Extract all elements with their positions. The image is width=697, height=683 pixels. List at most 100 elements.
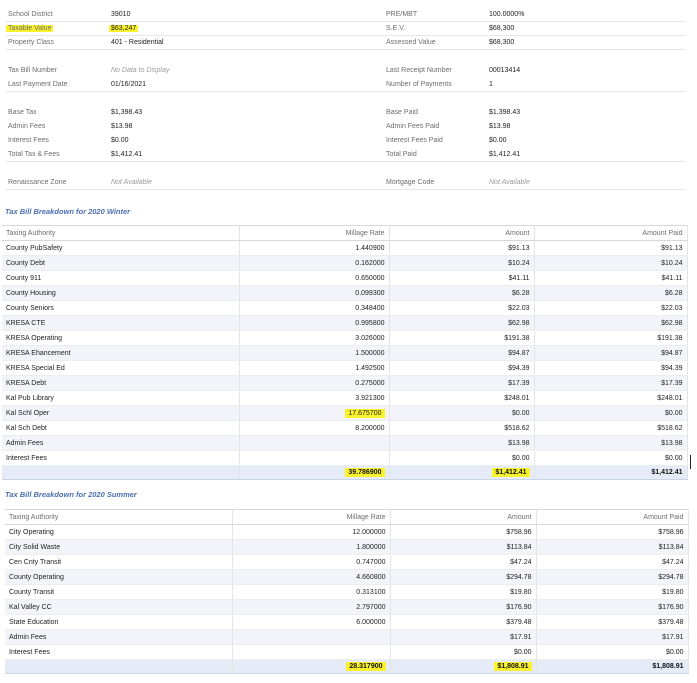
label-base-paid: Base Paid <box>386 109 418 116</box>
total-amount-cell: $1,808.91 <box>390 659 537 674</box>
taxing-authority-cell: Cen Cnty Transit <box>5 554 233 570</box>
amount-paid-cell: $91.13 <box>534 240 688 256</box>
millage-rate-cell-text: 0.275000 <box>355 379 385 387</box>
winter-rows: County PubSafety 1.440900 $91.13 $91.13 Coun… <box>2 240 688 480</box>
taxing-authority-cell-text: County Operating <box>9 573 64 581</box>
amount-cell-text: $176.90 <box>506 603 532 611</box>
amount-paid-cell-text: $22.03 <box>661 304 683 312</box>
millage-rate-cell: 8.200000 <box>239 420 390 436</box>
millage-rate-cell-text: 0.099300 <box>355 289 385 297</box>
value-total-paid: $1,412.41 <box>489 151 521 158</box>
total-millage-cell-text: 39.786900 <box>345 468 385 477</box>
amount-cell: $176.90 <box>390 599 537 615</box>
millage-rate-cell: 3.921300 <box>239 390 390 406</box>
label-pre-mbt: PRE/MBT <box>386 11 418 18</box>
label-sev: S.E.V. <box>386 25 406 32</box>
value-interest-fees: $0.00 <box>111 137 129 144</box>
summer-tax-table: Taxing Authority Millage Rate Amount Amo… <box>5 509 689 674</box>
amount-cell: $94.87 <box>389 345 535 361</box>
taxing-authority-cell-text: City Operating <box>9 528 54 536</box>
millage-rate-cell: 1.440900 <box>239 240 390 256</box>
label-renaissance-zone: Renaissance Zone <box>8 179 67 186</box>
amount-paid-cell: $94.87 <box>534 345 688 361</box>
amount-paid-cell-text: $10.24 <box>661 259 683 267</box>
property-info-panel: School District 39010 Taxable Value $63,… <box>0 0 697 200</box>
millage-rate-cell-text: 4.660800 <box>356 573 386 581</box>
millage-rate-cell: 2.797000 <box>232 599 391 615</box>
amount-cell: $294.78 <box>390 569 537 585</box>
taxing-authority-cell: Admin Fees <box>2 435 240 451</box>
winter-breakdown-title: Tax Bill Breakdown for 2020 Winter <box>5 207 131 216</box>
taxing-authority-cell-text: KRESA Debt <box>6 379 47 387</box>
amount-paid-cell: $17.91 <box>536 629 689 645</box>
table-row: County Operating 4.660800 $294.78 $294.78 <box>5 569 689 585</box>
millage-rate-cell: 0.162000 <box>239 255 390 271</box>
row-divider <box>6 189 686 190</box>
table-row: KRESA Ehancement 1.500000 $94.87 $94.87 <box>2 345 688 361</box>
row-divider <box>6 91 686 92</box>
total-paid-cell: $1,808.91 <box>536 659 689 674</box>
label-total-paid: Total Paid <box>386 151 417 158</box>
taxing-authority-cell: County Operating <box>5 569 233 585</box>
taxing-authority-cell: City Solid Waste <box>5 539 233 555</box>
taxing-authority-cell-text: State Education <box>9 618 59 626</box>
value-mortgage-code: Not Available <box>489 179 530 186</box>
millage-rate-cell: 4.660800 <box>232 569 391 585</box>
total-amount-cell-text: $1,808.91 <box>494 662 532 671</box>
table-row: Cen Cnty Transit 0.747000 $47.24 $47.24 <box>5 554 689 570</box>
amount-cell: $19.80 <box>390 584 537 600</box>
millage-rate-cell <box>239 450 390 466</box>
value-admin-fees: $13.98 <box>111 123 133 130</box>
value-taxable-value: $63,247 <box>109 25 139 32</box>
value-last-payment-date: 01/16/2021 <box>111 81 147 88</box>
amount-cell-text: $17.91 <box>510 633 532 641</box>
label-school-district: School District <box>8 11 53 18</box>
winter-tax-table: Taxing Authority Millage Rate Amount Amo… <box>2 225 688 480</box>
millage-rate-cell-text: 0.162000 <box>355 259 385 267</box>
millage-rate-cell <box>232 644 391 660</box>
amount-paid-cell-text: $0.00 <box>665 648 684 656</box>
amount-cell: $379.48 <box>390 614 537 630</box>
taxing-authority-cell-text: KRESA Ehancement <box>6 349 71 357</box>
table-row: County Transit 0.313100 $19.80 $19.80 <box>5 584 689 600</box>
amount-cell: $91.13 <box>389 240 535 256</box>
amount-cell-text: $41.11 <box>508 274 530 282</box>
amount-paid-cell-text: $176.90 <box>658 603 684 611</box>
table-row: Interest Fees $0.00 $0.00 <box>5 644 689 660</box>
amount-cell-text: $19.80 <box>510 588 532 596</box>
millage-rate-cell: 17.675700 <box>239 405 390 421</box>
label-interest-fees-paid: Interest Fees Paid <box>386 137 443 144</box>
amount-paid-cell: $94.39 <box>534 360 688 376</box>
millage-rate-cell: 0.275000 <box>239 375 390 391</box>
amount-paid-cell: $0.00 <box>534 405 688 421</box>
label-taxable-value: Taxable Value <box>6 25 54 32</box>
label-base-tax: Base Tax <box>8 109 37 116</box>
total-millage-cell-text: 28.317900 <box>346 662 386 671</box>
millage-rate-cell: 1.492500 <box>239 360 390 376</box>
label-tax-bill-number: Tax Bill Number <box>8 67 58 74</box>
table-row: City Solid Waste 1.800000 $113.84 $113.84 <box>5 539 689 555</box>
amount-paid-cell: $518.62 <box>534 420 688 436</box>
amount-paid-cell: $19.80 <box>536 584 689 600</box>
table-row: Admin Fees $17.91 $17.91 <box>5 629 689 645</box>
amount-paid-cell: $294.78 <box>536 569 689 585</box>
taxing-authority-cell: Kal Sch Debt <box>2 420 240 436</box>
millage-rate-cell-text: 0.348400 <box>355 304 385 312</box>
millage-rate-cell-text: 1.500000 <box>355 349 385 357</box>
amount-cell: $17.91 <box>390 629 537 645</box>
table-row: Kal Schl Oper 17.675700 $0.00 $0.00 <box>2 405 688 421</box>
amount-cell-text: $379.48 <box>506 618 532 626</box>
taxing-authority-cell: KRESA Operating <box>2 330 240 346</box>
amount-cell: $0.00 <box>389 405 535 421</box>
taxing-authority-cell-text: KRESA CTE <box>6 319 46 327</box>
table-row: KRESA Special Ed 1.492500 $94.39 $94.39 <box>2 360 688 376</box>
table-header-row: Taxing Authority Millage Rate Amount Amo… <box>5 509 689 525</box>
amount-cell-text: $758.96 <box>506 528 532 536</box>
millage-rate-cell-text: 2.797000 <box>356 603 386 611</box>
value-base-paid: $1,398.43 <box>489 109 521 116</box>
amount-paid-cell: $0.00 <box>534 450 688 466</box>
amount-paid-cell: $6.28 <box>534 285 688 301</box>
amount-cell-text: $22.03 <box>508 304 530 312</box>
table-row: KRESA Debt 0.275000 $17.39 $17.39 <box>2 375 688 391</box>
millage-rate-cell: 0.348400 <box>239 300 390 316</box>
